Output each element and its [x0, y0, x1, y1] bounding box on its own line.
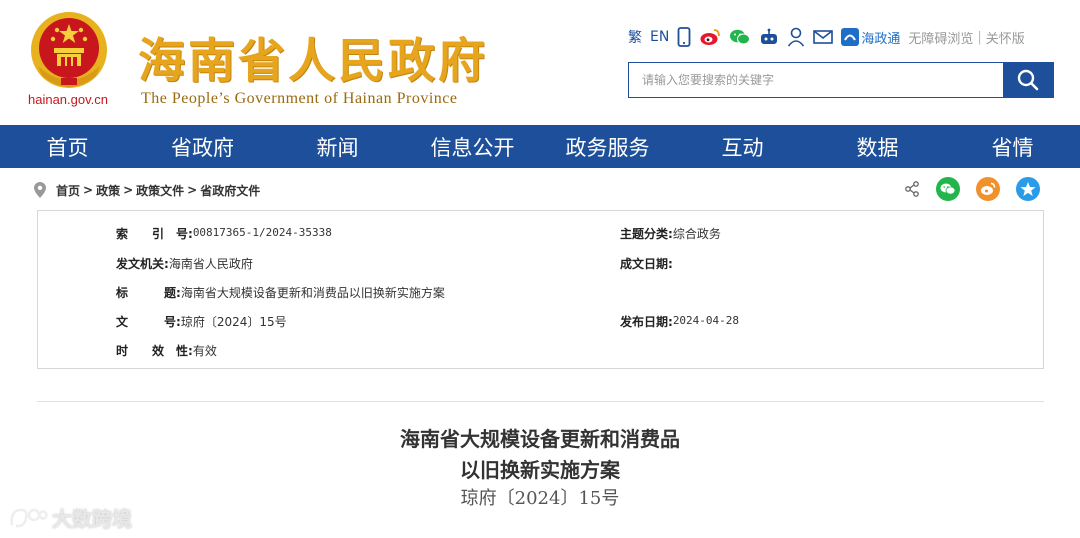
- meta-issuer-value: 海南省人民政府: [168, 257, 253, 271]
- breadcrumb-policy[interactable]: 政策: [96, 182, 120, 199]
- meta-created-row: 成文日期:: [620, 255, 673, 272]
- meta-validity-value: 有效: [192, 344, 217, 358]
- search-input[interactable]: [629, 63, 1003, 97]
- meta-index-value: 00817365-1/2024-35338: [192, 226, 332, 239]
- meta-publish-label: 发布日期:: [620, 315, 673, 329]
- meta-title-value: 海南省大规模设备更新和消费品以旧换新实施方案: [180, 286, 445, 300]
- nav-item-news[interactable]: 新闻: [270, 125, 405, 168]
- weibo-icon[interactable]: [699, 26, 721, 48]
- nav-item-home[interactable]: 首页: [0, 125, 135, 168]
- national-emblem-icon[interactable]: [28, 8, 110, 92]
- site-domain: hainan.gov.cn: [28, 92, 108, 107]
- share-icon[interactable]: [904, 181, 920, 197]
- nav-item-government[interactable]: 省政府: [135, 125, 270, 168]
- header-toolbar: 繁 EN 海政通 无障碍浏览 | 关怀版: [628, 26, 1025, 48]
- accessible-browse-link[interactable]: 无障碍浏览: [908, 26, 973, 48]
- site-title[interactable]: 海南省人民政府: [138, 22, 488, 91]
- watermark: 大数跨境: [8, 503, 132, 532]
- breadcrumb-gov-docs[interactable]: 省政府文件: [200, 182, 260, 199]
- meta-validity-label: 时 效 性:: [116, 344, 193, 358]
- meta-topic-value: 综合政务: [672, 227, 721, 241]
- nav-item-interaction[interactable]: 互动: [675, 125, 810, 168]
- main-nav: 首页 省政府 新闻 信息公开 政务服务 互动 数据 省情: [0, 125, 1080, 168]
- watermark-text: 大数跨境: [52, 507, 132, 531]
- breadcrumb-separator: >: [83, 183, 94, 197]
- share-wechat-button[interactable]: [936, 177, 960, 201]
- watermark-logo-icon: [10, 508, 48, 527]
- search-button[interactable]: [1003, 63, 1053, 97]
- star-icon: [1020, 182, 1036, 196]
- meta-issuer-row: 发文机关: 海南省人民政府: [116, 255, 253, 272]
- nav-item-info-disclosure[interactable]: 信息公开: [405, 125, 540, 168]
- traditional-chinese-link[interactable]: 繁: [628, 26, 642, 48]
- search-icon: [1017, 69, 1039, 91]
- meta-publish-row: 发布日期: 2024-04-28: [620, 313, 739, 330]
- breadcrumb: 首页 > 政策 > 政策文件 > 省政府文件: [34, 176, 1044, 204]
- user-icon[interactable]: [787, 26, 805, 48]
- meta-title-row: 标 题: 海南省大规模设备更新和消费品以旧换新实施方案: [116, 284, 445, 301]
- toolbar-separator: |: [977, 29, 982, 45]
- document-metadata-table: 索 引 号: 00817365-1/2024-35338 主题分类: 综合政务 …: [37, 210, 1044, 369]
- breadcrumb-home[interactable]: 首页: [56, 182, 80, 199]
- site-subtitle: The People’s Government of Hainan Provin…: [141, 90, 458, 107]
- meta-index-label: 索 引 号:: [116, 227, 193, 241]
- search-bar: [628, 62, 1054, 98]
- meta-created-label: 成文日期:: [620, 257, 673, 271]
- share-bar: [904, 177, 1040, 201]
- breadcrumb-separator: >: [187, 183, 198, 197]
- weibo-icon: [981, 182, 996, 195]
- meta-docno-row: 文 号: 琼府〔2024〕15号: [116, 313, 287, 330]
- meta-publish-value: 2024-04-28: [672, 314, 740, 327]
- nav-item-province[interactable]: 省情: [945, 125, 1080, 168]
- robot-icon[interactable]: [759, 26, 779, 48]
- meta-validity-row: 时 效 性: 有效: [116, 342, 217, 359]
- share-qzone-button[interactable]: [1016, 177, 1040, 201]
- meta-index-row: 索 引 号: 00817365-1/2024-35338: [116, 225, 332, 242]
- hzt-link[interactable]: 海政通: [841, 26, 900, 48]
- document-title-line-1: 海南省大规模设备更新和消费品: [400, 427, 680, 451]
- hzt-label: 海政通: [861, 31, 901, 47]
- nav-item-data[interactable]: 数据: [810, 125, 945, 168]
- wechat-icon: [940, 183, 956, 195]
- location-pin-icon: [34, 182, 46, 198]
- meta-docno-label: 文 号:: [116, 315, 181, 329]
- meta-docno-value: 琼府〔2024〕15号: [180, 315, 287, 329]
- wechat-icon[interactable]: [729, 26, 751, 48]
- hzt-logo-icon: [841, 28, 860, 46]
- mobile-icon[interactable]: [677, 26, 691, 48]
- english-link[interactable]: EN: [650, 26, 669, 48]
- meta-title-label: 标 题:: [116, 286, 181, 300]
- mail-icon[interactable]: [813, 26, 834, 48]
- breadcrumb-policy-docs[interactable]: 政策文件: [136, 182, 184, 199]
- care-mode-link[interactable]: 关怀版: [986, 26, 1025, 48]
- document-title-line-2: 以旧换新实施方案: [460, 458, 620, 482]
- share-weibo-button[interactable]: [976, 177, 1000, 201]
- meta-issuer-label: 发文机关:: [116, 257, 169, 271]
- document-number: 琼府〔2024〕15号: [460, 488, 620, 509]
- meta-topic-label: 主题分类:: [620, 227, 673, 241]
- breadcrumb-separator: >: [123, 183, 134, 197]
- nav-item-services[interactable]: 政务服务: [540, 125, 675, 168]
- content-divider: [37, 401, 1044, 402]
- site-header: hainan.gov.cn 海南省人民政府 The People’s Gover…: [0, 0, 1080, 125]
- meta-topic-row: 主题分类: 综合政务: [620, 225, 721, 242]
